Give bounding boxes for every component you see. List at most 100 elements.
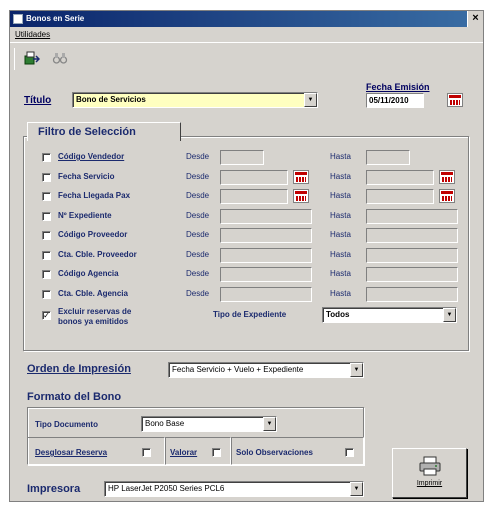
tipo-documento-select[interactable]: Bono Base ▼ [141, 416, 277, 432]
orden-label: Orden de Impresión [27, 363, 131, 375]
valorar-label: Valorar [170, 448, 198, 457]
filter-row-checkbox[interactable] [42, 212, 51, 221]
filter-row-checkbox[interactable] [42, 231, 51, 240]
fecha-emision-label: Fecha Emisión [366, 82, 430, 92]
tipo-expediente-label: Tipo de Expediente [213, 310, 287, 319]
filter-row-label: Código Agencia [58, 269, 119, 278]
app-icon [13, 14, 23, 24]
formato-title: Formato del Bono [27, 391, 122, 403]
desglosar-checkbox[interactable] [142, 448, 151, 457]
calendar-icon[interactable] [439, 189, 455, 203]
desde-field[interactable] [220, 209, 312, 224]
tipo-documento-value: Bono Base [145, 419, 185, 428]
imprimir-label: Imprimir [416, 480, 443, 487]
hasta-label: Hasta [330, 269, 351, 278]
tab-filtro-seleccion[interactable]: Filtro de Selección [27, 122, 181, 141]
filter-row-label: Código Vendedor [58, 152, 125, 161]
tipo-expediente-select[interactable]: Todos ▼ [322, 307, 457, 323]
menu-utilidades[interactable]: Utilidades [15, 30, 50, 39]
hasta-label: Hasta [330, 230, 351, 239]
desde-label: Desde [186, 230, 210, 239]
hasta-field[interactable] [366, 248, 458, 263]
printer-icon [419, 456, 440, 476]
bonos-window: Bonos en Serie × Utilidades Título Bono … [9, 10, 484, 502]
filter-row-label: Nº Expediente [58, 211, 112, 220]
desde-label: Desde [186, 289, 210, 298]
desde-label: Desde [186, 269, 210, 278]
chevron-down-icon[interactable]: ▼ [350, 482, 363, 496]
filter-row-label: Código Proveedor [58, 230, 128, 239]
chevron-down-icon[interactable]: ▼ [443, 308, 456, 322]
impresora-label: Impresora [27, 483, 81, 495]
desde-field[interactable] [220, 287, 312, 302]
observ-checkbox[interactable] [345, 448, 354, 457]
fecha-emision-field[interactable]: 05/11/2010 [366, 93, 424, 108]
hasta-field[interactable] [366, 228, 458, 243]
desde-field[interactable] [220, 248, 312, 263]
desde-field[interactable] [220, 170, 288, 185]
export-button[interactable] [19, 48, 45, 68]
menu-bar: Utilidades [10, 27, 483, 43]
desde-label: Desde [186, 172, 210, 181]
window-title: Bonos en Serie [26, 14, 85, 23]
binoculars-icon [52, 53, 68, 64]
orden-select[interactable]: Fecha Servicio + Vuelo + Expediente ▼ [168, 362, 364, 378]
calendar-icon[interactable] [293, 170, 309, 184]
tipo-documento-label: Tipo Documento [35, 420, 98, 429]
hasta-label: Hasta [330, 191, 351, 200]
excluir-label-1: Excluir reservas de [58, 307, 132, 316]
filter-row-label: Cta. Cble. Agencia [58, 289, 128, 298]
filter-row-checkbox[interactable] [42, 153, 51, 162]
desde-field[interactable] [220, 228, 312, 243]
desde-label: Desde [186, 250, 210, 259]
chevron-down-icon[interactable]: ▼ [304, 93, 317, 107]
title-bar: Bonos en Serie × [10, 11, 483, 27]
orden-value: Fecha Servicio + Vuelo + Expediente [172, 365, 304, 374]
hasta-label: Hasta [330, 152, 351, 161]
titulo-label: Título [24, 95, 52, 106]
imprimir-button[interactable]: Imprimir [392, 448, 467, 498]
desde-field[interactable] [220, 150, 264, 165]
filter-row-label: Fecha Servicio [58, 172, 115, 181]
chevron-down-icon[interactable]: ▼ [263, 417, 276, 431]
desde-field[interactable] [220, 189, 288, 204]
hasta-field[interactable] [366, 189, 434, 204]
filter-row-checkbox[interactable] [42, 270, 51, 279]
hasta-label: Hasta [330, 211, 351, 220]
filter-row-checkbox[interactable] [42, 251, 51, 260]
desde-label: Desde [186, 191, 210, 200]
hasta-field[interactable] [366, 150, 410, 165]
calendar-icon[interactable] [447, 93, 463, 107]
impresora-select[interactable]: HP LaserJet P2050 Series PCL6 ▼ [104, 481, 364, 497]
export-icon [24, 51, 40, 65]
filter-row-checkbox[interactable] [42, 290, 51, 299]
observ-label: Solo Observaciones [236, 448, 313, 457]
desde-label: Desde [186, 211, 210, 220]
close-button[interactable]: × [467, 11, 483, 27]
excluir-label-2: bonos ya emitidos [58, 317, 129, 326]
search-button[interactable] [47, 48, 73, 68]
hasta-field[interactable] [366, 209, 458, 224]
valorar-checkbox[interactable] [212, 448, 221, 457]
toolbar [14, 48, 73, 70]
hasta-field[interactable] [366, 267, 458, 282]
chevron-down-icon[interactable]: ▼ [350, 363, 363, 377]
hasta-field[interactable] [366, 170, 434, 185]
hasta-field[interactable] [366, 287, 458, 302]
filter-row-checkbox[interactable] [42, 173, 51, 182]
excluir-checkbox[interactable]: ✓ [42, 311, 51, 320]
hasta-label: Hasta [330, 250, 351, 259]
titulo-value: Bono de Servicios [76, 95, 146, 104]
filter-row-checkbox[interactable] [42, 192, 51, 201]
calendar-icon[interactable] [293, 189, 309, 203]
impresora-value: HP LaserJet P2050 Series PCL6 [108, 484, 225, 493]
desde-field[interactable] [220, 267, 312, 282]
titulo-select[interactable]: Bono de Servicios ▼ [72, 92, 318, 108]
hasta-label: Hasta [330, 289, 351, 298]
calendar-icon[interactable] [439, 170, 455, 184]
filter-row-label: Cta. Cble. Proveedor [58, 250, 137, 259]
filter-row-label: Fecha Llegada Pax [58, 191, 131, 200]
desglosar-label: Desglosar Reserva [35, 448, 108, 457]
tipo-expediente-value: Todos [326, 310, 350, 319]
desde-label: Desde [186, 152, 210, 161]
